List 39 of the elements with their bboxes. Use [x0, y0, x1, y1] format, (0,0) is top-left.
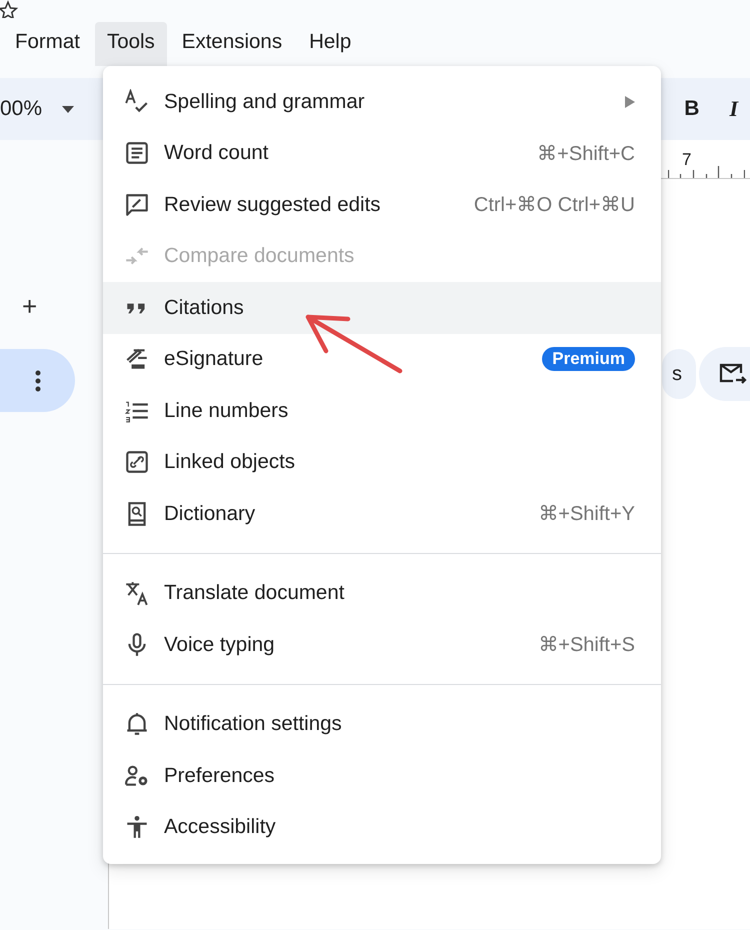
- bold-button[interactable]: B: [684, 97, 700, 121]
- shortcut-text: Ctrl+⌘O Ctrl+⌘U: [474, 193, 635, 218]
- shortcut-text: ⌘+Shift+Y: [538, 502, 635, 526]
- menu-item[interactable]: eSignature Premium: [103, 334, 661, 385]
- menu-item[interactable]: Accessibility: [103, 802, 661, 853]
- menu-bar-item[interactable]: Extensions: [170, 22, 294, 66]
- document-lines-icon: [124, 140, 150, 166]
- menu-item[interactable]: Dictionary ⌘+Shift+Y: [103, 488, 661, 540]
- kebab-icon: [34, 370, 40, 392]
- menu-item[interactable]: Line numbers: [103, 385, 661, 436]
- italic-button[interactable]: I: [729, 96, 738, 122]
- menu-item[interactable]: Linked objects: [103, 436, 661, 488]
- pencil-comment-icon: [124, 192, 150, 218]
- menu-bar-item[interactable]: Tools: [94, 22, 167, 66]
- person-gear-icon: [124, 762, 150, 789]
- email-button[interactable]: [699, 347, 750, 401]
- menu-item[interactable]: Citations: [103, 282, 661, 334]
- link-box-icon: [124, 449, 150, 476]
- menu-item[interactable]: Notification settings: [103, 698, 661, 750]
- menu-item[interactable]: Review suggested edits Ctrl+⌘O Ctrl+⌘U: [103, 179, 661, 230]
- ruler-number: 7: [682, 150, 692, 170]
- shortcut-text: ⌘+Shift+C: [537, 142, 635, 166]
- add-button[interactable]: +: [22, 291, 38, 322]
- menu-item[interactable]: Voice typing ⌘+Shift+S: [103, 619, 661, 670]
- menu-item[interactable]: Word count ⌘+Shift+C: [103, 128, 661, 179]
- mail-send-icon: [719, 362, 747, 386]
- chip-button[interactable]: s: [662, 349, 696, 399]
- translate-icon: [124, 580, 150, 606]
- menu-item[interactable]: Spelling and grammar: [103, 76, 661, 128]
- star-icon[interactable]: [0, 0, 20, 18]
- menu-bar-item[interactable]: Format: [3, 22, 92, 66]
- menu-item[interactable]: Preferences: [103, 750, 661, 802]
- spelling-icon: [124, 88, 150, 115]
- shortcut-text: ⌘+Shift+S: [538, 633, 635, 658]
- premium-badge: Premium: [542, 347, 635, 372]
- menu-bar-item[interactable]: Help: [297, 22, 364, 66]
- zoom-level[interactable]: 00%: [0, 97, 42, 121]
- menu-item[interactable]: Translate document: [103, 568, 661, 619]
- caret-icon[interactable]: [62, 106, 74, 112]
